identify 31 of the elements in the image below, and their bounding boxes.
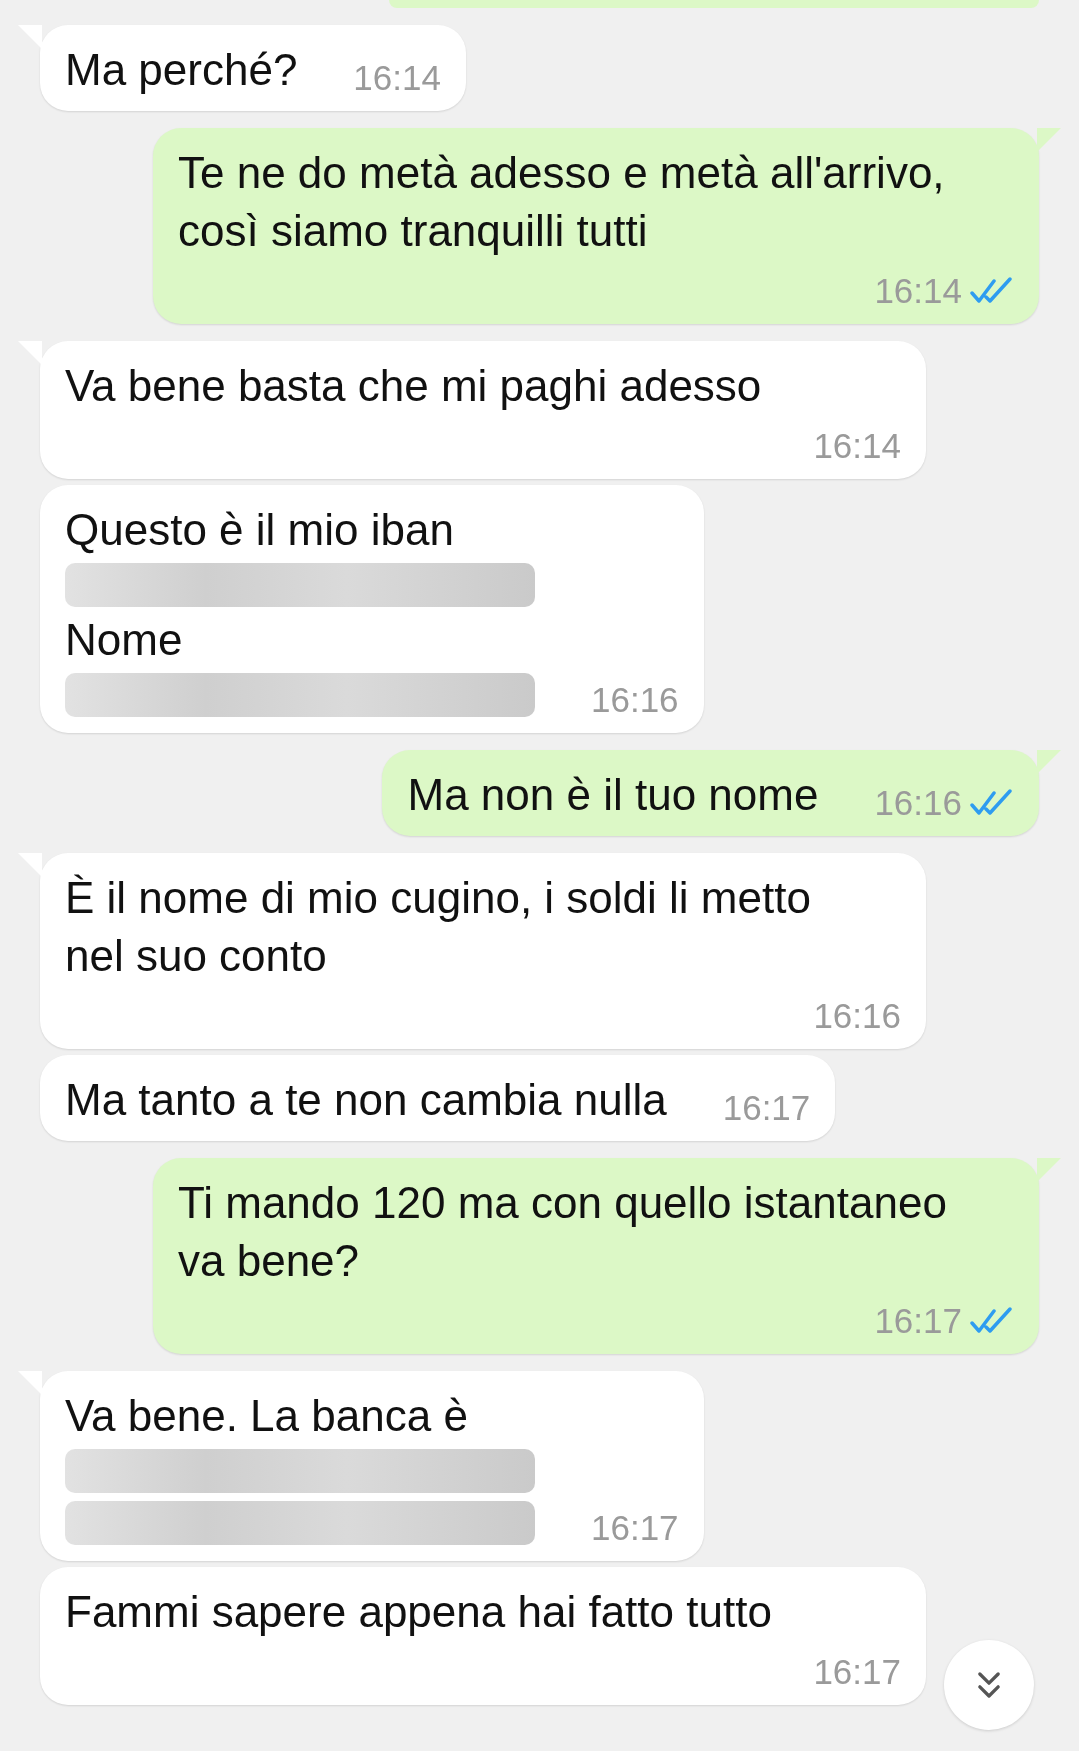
message-bubble[interactable]: Ma tanto a te non cambia nulla 16:17	[40, 1055, 836, 1141]
message-bubble[interactable]: Questo è il mio iban Nome 16:16	[40, 485, 704, 733]
message-text: Ma perché?	[65, 44, 298, 96]
message-time: 16:14	[353, 57, 441, 99]
message-text: Va bene. La banca è	[65, 1390, 469, 1442]
message-text: È il nome di mio cugino, i soldi li metto nel suo conto	[65, 872, 812, 982]
message-text: Nome	[65, 614, 184, 666]
message-bubble[interactable]: Ti mando 120 ma con quello istantaneo va bene? 16:17	[153, 1158, 1039, 1354]
message-time: 16:17	[813, 1651, 901, 1693]
message-time: 16:17	[874, 1300, 962, 1342]
message-bubble[interactable]: È il nome di mio cugino, i soldi li metto nel suo conto 16:16	[40, 853, 926, 1049]
message-text: Va bene basta che mi paghi adesso	[65, 360, 762, 412]
message-bubble[interactable]: Fammi sapere appena hai fatto tutto 16:17	[40, 1567, 926, 1705]
message-bubble[interactable]: Va bene basta che mi paghi adesso 16:14	[40, 341, 926, 479]
message-text: Ti mando 120 ma con quello istantaneo va bene?	[178, 1177, 948, 1287]
message-text: Ma non è il tuo nome	[407, 769, 819, 821]
message-bubble[interactable]: Te ne do metà adesso e metà all'arrivo, così siamo tranquilli tutti 16:14	[153, 128, 1039, 324]
message-time: 16:14	[874, 270, 962, 312]
message-bubble[interactable]: Va bene. La banca è 16:17	[40, 1371, 704, 1561]
message-time: 16:16	[591, 679, 679, 721]
message-text: Questo è il mio iban	[65, 504, 455, 556]
message-text: Ma tanto a te non cambia nulla	[65, 1074, 667, 1126]
message-bubble[interactable]: Ma non è il tuo nome 16:16	[382, 750, 1039, 836]
message-time: 16:14	[813, 425, 901, 467]
message-bubble[interactable]: Ma perché? 16:14	[40, 25, 466, 111]
message-text: Fammi sapere appena hai fatto tutto	[65, 1586, 772, 1638]
message-text: Te ne do metà adesso e metà all'arrivo, così siamo tranquilli tutti	[178, 147, 946, 257]
message-time: 16:16	[813, 995, 901, 1037]
message-time: 16:16	[874, 782, 962, 824]
message-time: 16:17	[722, 1087, 811, 1129]
message-time: 16:17	[591, 1507, 679, 1549]
